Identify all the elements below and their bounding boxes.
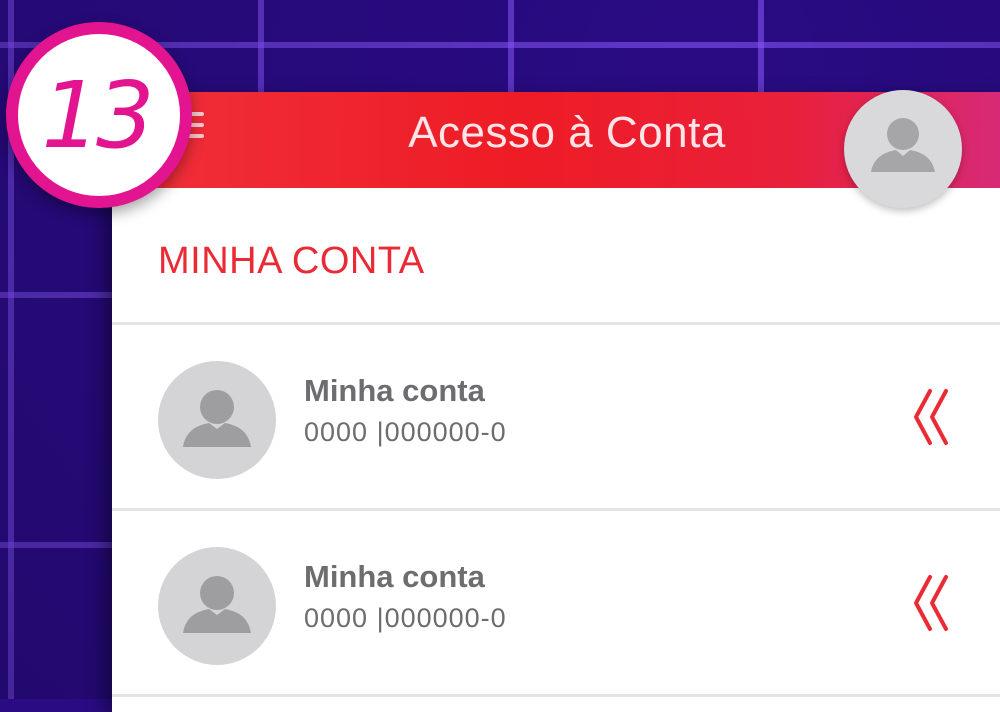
- app-screen: Acesso à Conta MINHA CONTA Minha conta 0…: [112, 90, 1000, 712]
- user-avatar-icon: [183, 576, 251, 633]
- divider: [112, 694, 1000, 697]
- account-name: Minha conta: [304, 559, 485, 594]
- step-badge-inner: 13: [18, 34, 180, 196]
- avatar: [158, 361, 276, 479]
- account-row[interactable]: Minha conta 0000 |000000-0: [112, 325, 1000, 505]
- section-title: MINHA CONTA: [158, 240, 425, 282]
- account-name: Minha conta: [304, 373, 485, 408]
- profile-avatar-button[interactable]: [844, 90, 962, 208]
- avatar: [158, 547, 276, 665]
- step-number-badge: 13: [6, 22, 192, 208]
- user-avatar-icon: [871, 118, 935, 172]
- user-avatar-icon: [183, 390, 251, 447]
- double-chevron-left-icon[interactable]: [912, 387, 952, 447]
- step-number: 13: [41, 61, 154, 169]
- double-chevron-left-icon[interactable]: [912, 573, 952, 633]
- account-number: 0000 |000000-0: [304, 603, 507, 633]
- account-number: 0000 |000000-0: [304, 417, 507, 447]
- account-row[interactable]: Minha conta 0000 |000000-0: [112, 511, 1000, 691]
